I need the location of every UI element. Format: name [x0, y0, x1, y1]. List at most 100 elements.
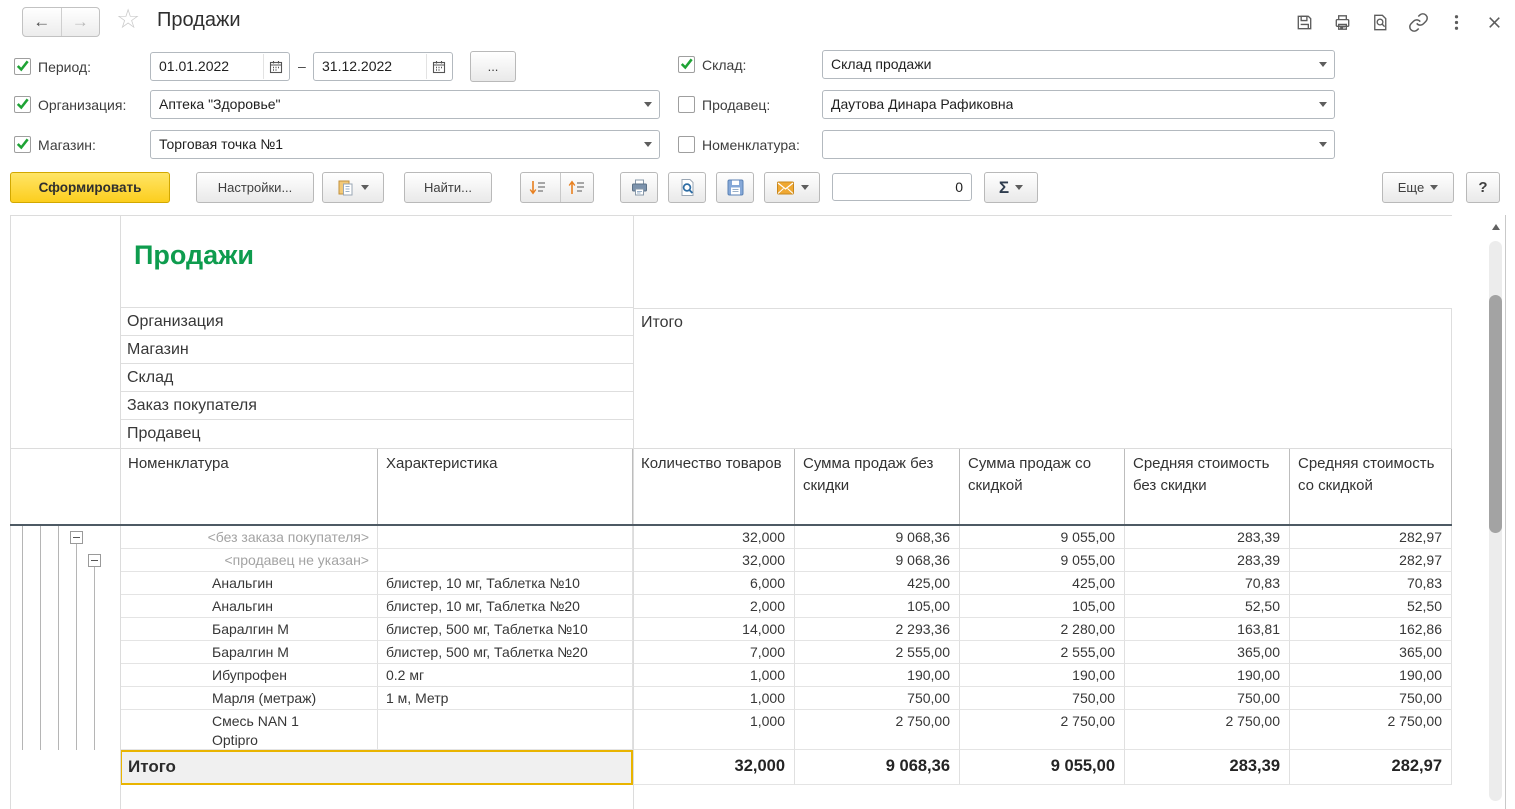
sort-desc-button[interactable]	[521, 173, 554, 202]
scrollbar-track[interactable]	[1489, 241, 1502, 801]
warehouse-input[interactable]: Склад продажи	[822, 50, 1335, 79]
info-row-2[interactable]: Склад	[120, 364, 633, 392]
value-cell[interactable]: 105,00	[795, 595, 960, 618]
grand-total-value-cell[interactable]: 9 068,36	[795, 750, 960, 785]
value-cell[interactable]: 52,50	[1290, 595, 1452, 618]
value-cell[interactable]: 9 068,36	[795, 549, 960, 572]
grand-total-value-cell[interactable]: 32,000	[633, 750, 795, 785]
value-cell[interactable]: 750,00	[960, 687, 1125, 710]
value-cell[interactable]: 9 068,36	[795, 526, 960, 549]
value-cell[interactable]: 2 555,00	[960, 641, 1125, 664]
column-header-cell[interactable]: Средняя стоимость со скидкой	[1290, 449, 1452, 524]
nomenclature-cell[interactable]: <продавец не указан>	[120, 549, 378, 572]
value-cell[interactable]: 190,00	[1125, 664, 1290, 687]
nomenclature-input[interactable]	[822, 130, 1335, 159]
generate-button[interactable]: Сформировать	[10, 172, 170, 203]
value-cell[interactable]: 9 055,00	[960, 549, 1125, 572]
value-cell[interactable]: 162,86	[1290, 618, 1452, 641]
nomenclature-cell[interactable]: Ибупрофен	[120, 664, 378, 687]
more-button[interactable]: Еще	[1382, 172, 1454, 203]
info-row-4[interactable]: Продавец	[120, 420, 633, 448]
value-cell[interactable]: 2 750,00	[795, 710, 960, 750]
column-header-cell[interactable]: Средняя стоимость без скидки	[1125, 449, 1290, 524]
favorite-star-icon[interactable]: ☆	[116, 4, 140, 35]
save-button[interactable]	[716, 172, 754, 203]
preview-icon[interactable]	[1369, 11, 1391, 33]
characteristic-cell[interactable]	[378, 549, 633, 572]
value-cell[interactable]: 32,000	[633, 526, 795, 549]
sort-asc-button[interactable]	[560, 173, 594, 202]
value-cell[interactable]: 365,00	[1290, 641, 1452, 664]
collapse-toggle[interactable]	[70, 531, 83, 544]
nomenclature-cell[interactable]: Марля (метраж)	[120, 687, 378, 710]
value-cell[interactable]: 6,000	[633, 572, 795, 595]
value-cell[interactable]: 282,97	[1290, 526, 1452, 549]
column-header-cell[interactable]: Характеристика	[378, 449, 633, 524]
column-header-cell[interactable]: Сумма продаж со скидкой	[960, 449, 1125, 524]
value-cell[interactable]: 283,39	[1125, 549, 1290, 572]
preview-button[interactable]	[668, 172, 706, 203]
back-button[interactable]: ←	[23, 8, 61, 36]
forward-button[interactable]: →	[61, 8, 100, 36]
value-cell[interactable]: 190,00	[960, 664, 1125, 687]
value-cell[interactable]: 425,00	[795, 572, 960, 595]
value-cell[interactable]: 2 555,00	[795, 641, 960, 664]
grand-total-label-cell[interactable]: Итого	[120, 750, 633, 785]
value-cell[interactable]: 1,000	[633, 687, 795, 710]
info-row-3[interactable]: Заказ покупателя	[120, 392, 633, 420]
value-cell[interactable]: 750,00	[1290, 687, 1452, 710]
value-cell[interactable]: 32,000	[633, 549, 795, 572]
value-cell[interactable]: 70,83	[1125, 572, 1290, 595]
characteristic-cell[interactable]: блистер, 10 мг, Таблетка №10	[378, 572, 633, 595]
value-cell[interactable]: 750,00	[1125, 687, 1290, 710]
characteristic-cell[interactable]	[378, 710, 633, 750]
value-cell[interactable]: 2 750,00	[1125, 710, 1290, 750]
warehouse-dropdown-button[interactable]	[1312, 51, 1334, 78]
warehouse-checkbox[interactable]	[678, 56, 695, 73]
characteristic-cell[interactable]: блистер, 10 мг, Таблетка №20	[378, 595, 633, 618]
value-cell[interactable]: 7,000	[633, 641, 795, 664]
nomenclature-cell[interactable]: <без заказа покупателя>	[120, 526, 378, 549]
value-cell[interactable]: 105,00	[960, 595, 1125, 618]
close-icon[interactable]	[1483, 11, 1505, 33]
value-cell[interactable]: 365,00	[1125, 641, 1290, 664]
column-header-cell[interactable]: Сумма продаж без скидки	[795, 449, 960, 524]
grand-total-value-cell[interactable]: 282,97	[1290, 750, 1452, 785]
column-header-cell[interactable]: Номенклатура	[120, 449, 378, 524]
save-icon[interactable]	[1293, 11, 1315, 33]
grand-total-value-cell[interactable]: 9 055,00	[960, 750, 1125, 785]
value-cell[interactable]: 2 750,00	[1290, 710, 1452, 750]
settings-button[interactable]: Настройки...	[196, 172, 314, 203]
value-cell[interactable]: 190,00	[1290, 664, 1452, 687]
value-cell[interactable]: 283,39	[1125, 526, 1290, 549]
characteristic-cell[interactable]: блистер, 500 мг, Таблетка №20	[378, 641, 633, 664]
scrollbar-thumb[interactable]	[1489, 295, 1502, 533]
nomenclature-cell[interactable]: Анальгин	[120, 572, 378, 595]
value-cell[interactable]: 750,00	[795, 687, 960, 710]
value-cell[interactable]: 282,97	[1290, 549, 1452, 572]
report-title-cell[interactable]: Продажи	[120, 215, 633, 308]
value-cell[interactable]: 2 293,36	[795, 618, 960, 641]
characteristic-cell[interactable]	[378, 526, 633, 549]
nomenclature-cell[interactable]: Смесь NAN 1 Optipro	[120, 710, 378, 750]
value-cell[interactable]: 1,000	[633, 710, 795, 750]
characteristic-cell[interactable]: 0.2 мг	[378, 664, 633, 687]
value-cell[interactable]: 2 750,00	[960, 710, 1125, 750]
value-cell[interactable]: 9 055,00	[960, 526, 1125, 549]
value-cell[interactable]: 14,000	[633, 618, 795, 641]
nomenclature-checkbox[interactable]	[678, 136, 695, 153]
sum-button[interactable]: Σ	[984, 172, 1038, 203]
help-button[interactable]: ?	[1466, 172, 1500, 203]
copy-button[interactable]	[322, 172, 384, 203]
seller-dropdown-button[interactable]	[1312, 91, 1334, 118]
collapse-toggle[interactable]	[88, 554, 101, 567]
nomenclature-cell[interactable]: Баралгин М	[120, 641, 378, 664]
total-header-cell[interactable]: Итого	[633, 308, 1452, 448]
nomenclature-dropdown-button[interactable]	[1312, 131, 1334, 158]
value-cell[interactable]: 190,00	[795, 664, 960, 687]
scroll-up-arrow-icon[interactable]	[1492, 224, 1500, 230]
value-cell[interactable]: 163,81	[1125, 618, 1290, 641]
characteristic-cell[interactable]: 1 м, Метр	[378, 687, 633, 710]
info-row-1[interactable]: Магазин	[120, 336, 633, 364]
info-row-0[interactable]: Организация	[120, 308, 633, 336]
